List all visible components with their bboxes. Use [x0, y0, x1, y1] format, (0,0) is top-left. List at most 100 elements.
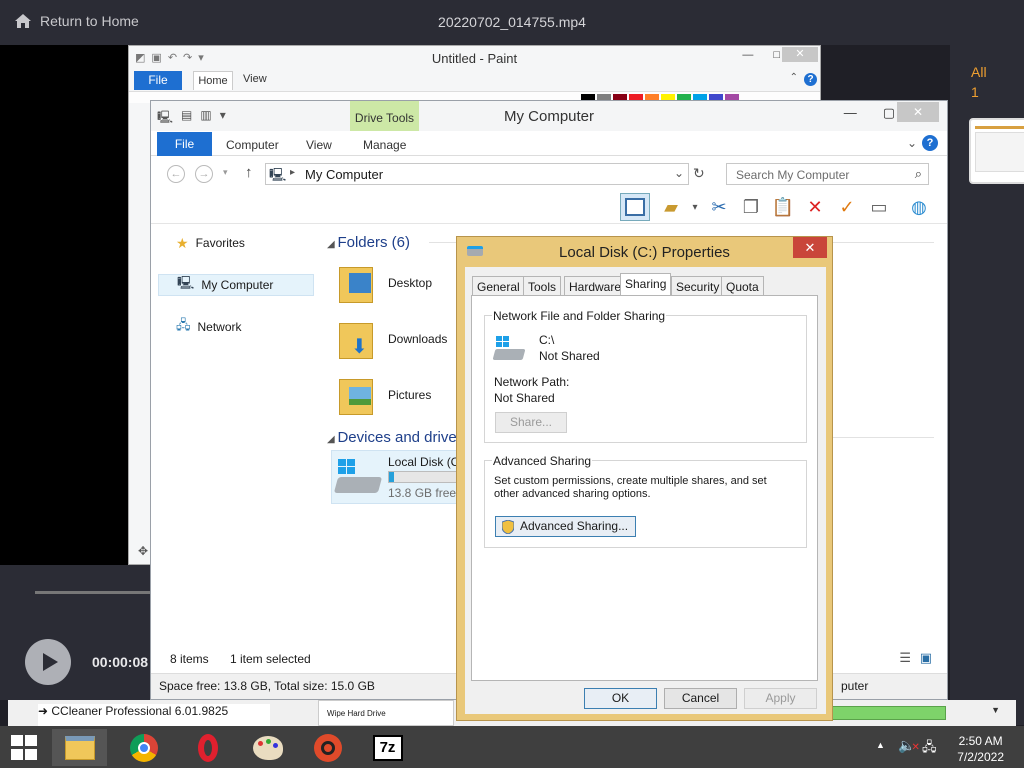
play-button[interactable]: [25, 639, 71, 685]
clip-thumbnail[interactable]: [969, 118, 1024, 184]
folder-label[interactable]: Pictures: [388, 388, 431, 402]
tab-sharing[interactable]: Sharing: [620, 273, 672, 296]
item-count: 8 items: [170, 652, 209, 666]
all-clips-filter[interactable]: All 1: [971, 62, 987, 102]
folder-options-icon[interactable]: ▰: [659, 195, 683, 219]
taskbar-paint[interactable]: [240, 729, 295, 766]
tab-hardware[interactable]: Hardware: [564, 276, 627, 295]
tab-general[interactable]: General: [472, 276, 525, 295]
chevron-down-icon[interactable]: ▾: [683, 195, 707, 219]
share-button[interactable]: Share...: [495, 412, 567, 433]
search-input[interactable]: Search My Computer ⌕: [726, 163, 929, 185]
computer-icon: 🖳: [177, 275, 195, 290]
globe-icon[interactable]: ◍: [907, 195, 931, 219]
rename-icon[interactable]: ▭: [867, 195, 891, 219]
help-icon[interactable]: ?: [922, 135, 938, 151]
nav-label: Favorites: [195, 236, 245, 250]
chevron-down-icon[interactable]: ▼: [991, 705, 1000, 715]
nav-item-favorites[interactable]: ★ Favorites: [158, 232, 314, 254]
paint-close-button[interactable]: ✕: [782, 47, 818, 62]
paint-file-tab[interactable]: File: [134, 71, 182, 90]
help-icon[interactable]: ?: [804, 73, 817, 86]
downloads-folder-icon[interactable]: ⬇: [335, 315, 375, 363]
paint-home-tab[interactable]: Home: [193, 71, 233, 90]
copy-icon[interactable]: ❐: [739, 195, 763, 219]
chevron-down-icon[interactable]: ⌄: [674, 166, 684, 180]
nav-item-network[interactable]: 🖧 Network: [158, 316, 314, 338]
chevron-down-icon[interactable]: ⌄: [907, 136, 917, 150]
up-button[interactable]: ↑: [245, 164, 253, 181]
minimize-icon[interactable]: —: [742, 49, 753, 61]
player-controls: 00:00:08: [0, 565, 150, 700]
maximize-icon[interactable]: □: [773, 49, 780, 61]
checkmark-icon[interactable]: ✓: [835, 195, 859, 219]
play-icon: [43, 653, 58, 671]
advanced-sharing-button[interactable]: Advanced Sharing...: [495, 516, 636, 537]
apply-button[interactable]: Apply: [744, 688, 817, 709]
folder-label[interactable]: Downloads: [388, 332, 447, 346]
taskbar-opera[interactable]: [180, 729, 235, 766]
network-icon: 🖧: [176, 317, 191, 332]
clip-panel: All 1: [950, 45, 1024, 725]
maximize-icon[interactable]: ▢: [883, 105, 895, 121]
taskbar-chrome[interactable]: [116, 729, 171, 766]
network-path-label: Network Path:: [494, 375, 570, 389]
explorer-close-button[interactable]: ✕: [897, 102, 939, 122]
tab-view[interactable]: View: [306, 138, 332, 152]
arrow-right-icon: ➜: [38, 704, 52, 718]
cancel-button[interactable]: Cancel: [664, 688, 737, 709]
preview-pane-icon[interactable]: [620, 193, 650, 221]
cut-icon[interactable]: ✂: [707, 195, 731, 219]
advanced-sharing-label: Advanced Sharing...: [520, 519, 629, 533]
folder-label[interactable]: Desktop: [388, 276, 432, 290]
forward-button[interactable]: →: [195, 165, 213, 183]
devices-section-header[interactable]: ◢ Devices and drives: [327, 429, 464, 446]
address-row: ← → ▾ ↑ 🖳 ▸ My Computer ⌄ ↻ Search My Co…: [151, 156, 947, 190]
large-icons-view-icon[interactable]: ▣: [920, 650, 932, 666]
paint-title: Untitled - Paint: [431, 51, 518, 66]
seek-bar[interactable]: [35, 591, 150, 594]
local-disk-tile[interactable]: Local Disk (C 13.8 GB free o: [331, 450, 466, 504]
tab-manage[interactable]: Manage: [363, 138, 406, 152]
paint-view-tab[interactable]: View: [243, 73, 267, 85]
refresh-button[interactable]: ↻: [693, 165, 705, 182]
desktop-folder-icon[interactable]: [335, 259, 375, 307]
address-bar[interactable]: 🖳 ▸ My Computer ⌄: [265, 163, 689, 185]
taskbar-file-explorer[interactable]: [52, 729, 107, 766]
recent-locations-button[interactable]: ▾: [223, 167, 228, 178]
network-tray-icon[interactable]: 🖧: [922, 738, 937, 760]
folders-section-header[interactable]: ◢ Folders (6): [327, 234, 410, 251]
all-count: 1: [971, 84, 979, 100]
start-button[interactable]: [6, 733, 42, 761]
minimize-icon[interactable]: —: [844, 105, 857, 121]
nav-label: My Computer: [201, 278, 274, 292]
volume-muted-icon[interactable]: 🔈✕: [898, 737, 920, 754]
tab-quota[interactable]: Quota: [721, 276, 764, 295]
pictures-folder-icon[interactable]: [335, 371, 375, 419]
selection-count: 1 item selected: [230, 652, 311, 666]
breadcrumb-separator-icon[interactable]: ▸: [290, 167, 295, 178]
tab-tools[interactable]: Tools: [523, 276, 562, 295]
back-button[interactable]: ←: [167, 165, 185, 183]
paste-icon[interactable]: 📋: [771, 195, 795, 219]
computer-icon: 🖳: [269, 167, 287, 182]
player-header: Return to Home 20220702_014755.mp4: [0, 0, 1024, 45]
taskbar-7zip[interactable]: 7z: [360, 729, 415, 766]
details-view-icon[interactable]: ☰: [899, 650, 911, 666]
tab-computer[interactable]: Computer: [226, 138, 279, 152]
sevenzip-icon: 7z: [372, 734, 403, 761]
drive-usage-fill: [389, 472, 395, 482]
tray-overflow-icon[interactable]: ▲: [876, 740, 885, 750]
paint-window-controls: — □: [742, 49, 780, 61]
nav-item-my-computer[interactable]: 🖳 My Computer: [158, 274, 314, 296]
ccleaner-entry[interactable]: ➜ CCleaner Professional 6.01.9825: [38, 704, 270, 726]
taskbar-obs[interactable]: [300, 729, 355, 766]
dialog-close-button[interactable]: ✕: [793, 237, 827, 258]
chevron-up-icon[interactable]: ⌃: [790, 72, 798, 83]
explorer-file-tab[interactable]: File: [157, 132, 212, 156]
ok-button[interactable]: OK: [584, 688, 657, 709]
delete-icon[interactable]: ✕: [803, 195, 827, 219]
taskbar-clock[interactable]: 2:50 AM 7/2/2022: [957, 733, 1004, 765]
group-label: Advanced Sharing: [492, 454, 593, 468]
tab-security[interactable]: Security: [671, 276, 725, 295]
